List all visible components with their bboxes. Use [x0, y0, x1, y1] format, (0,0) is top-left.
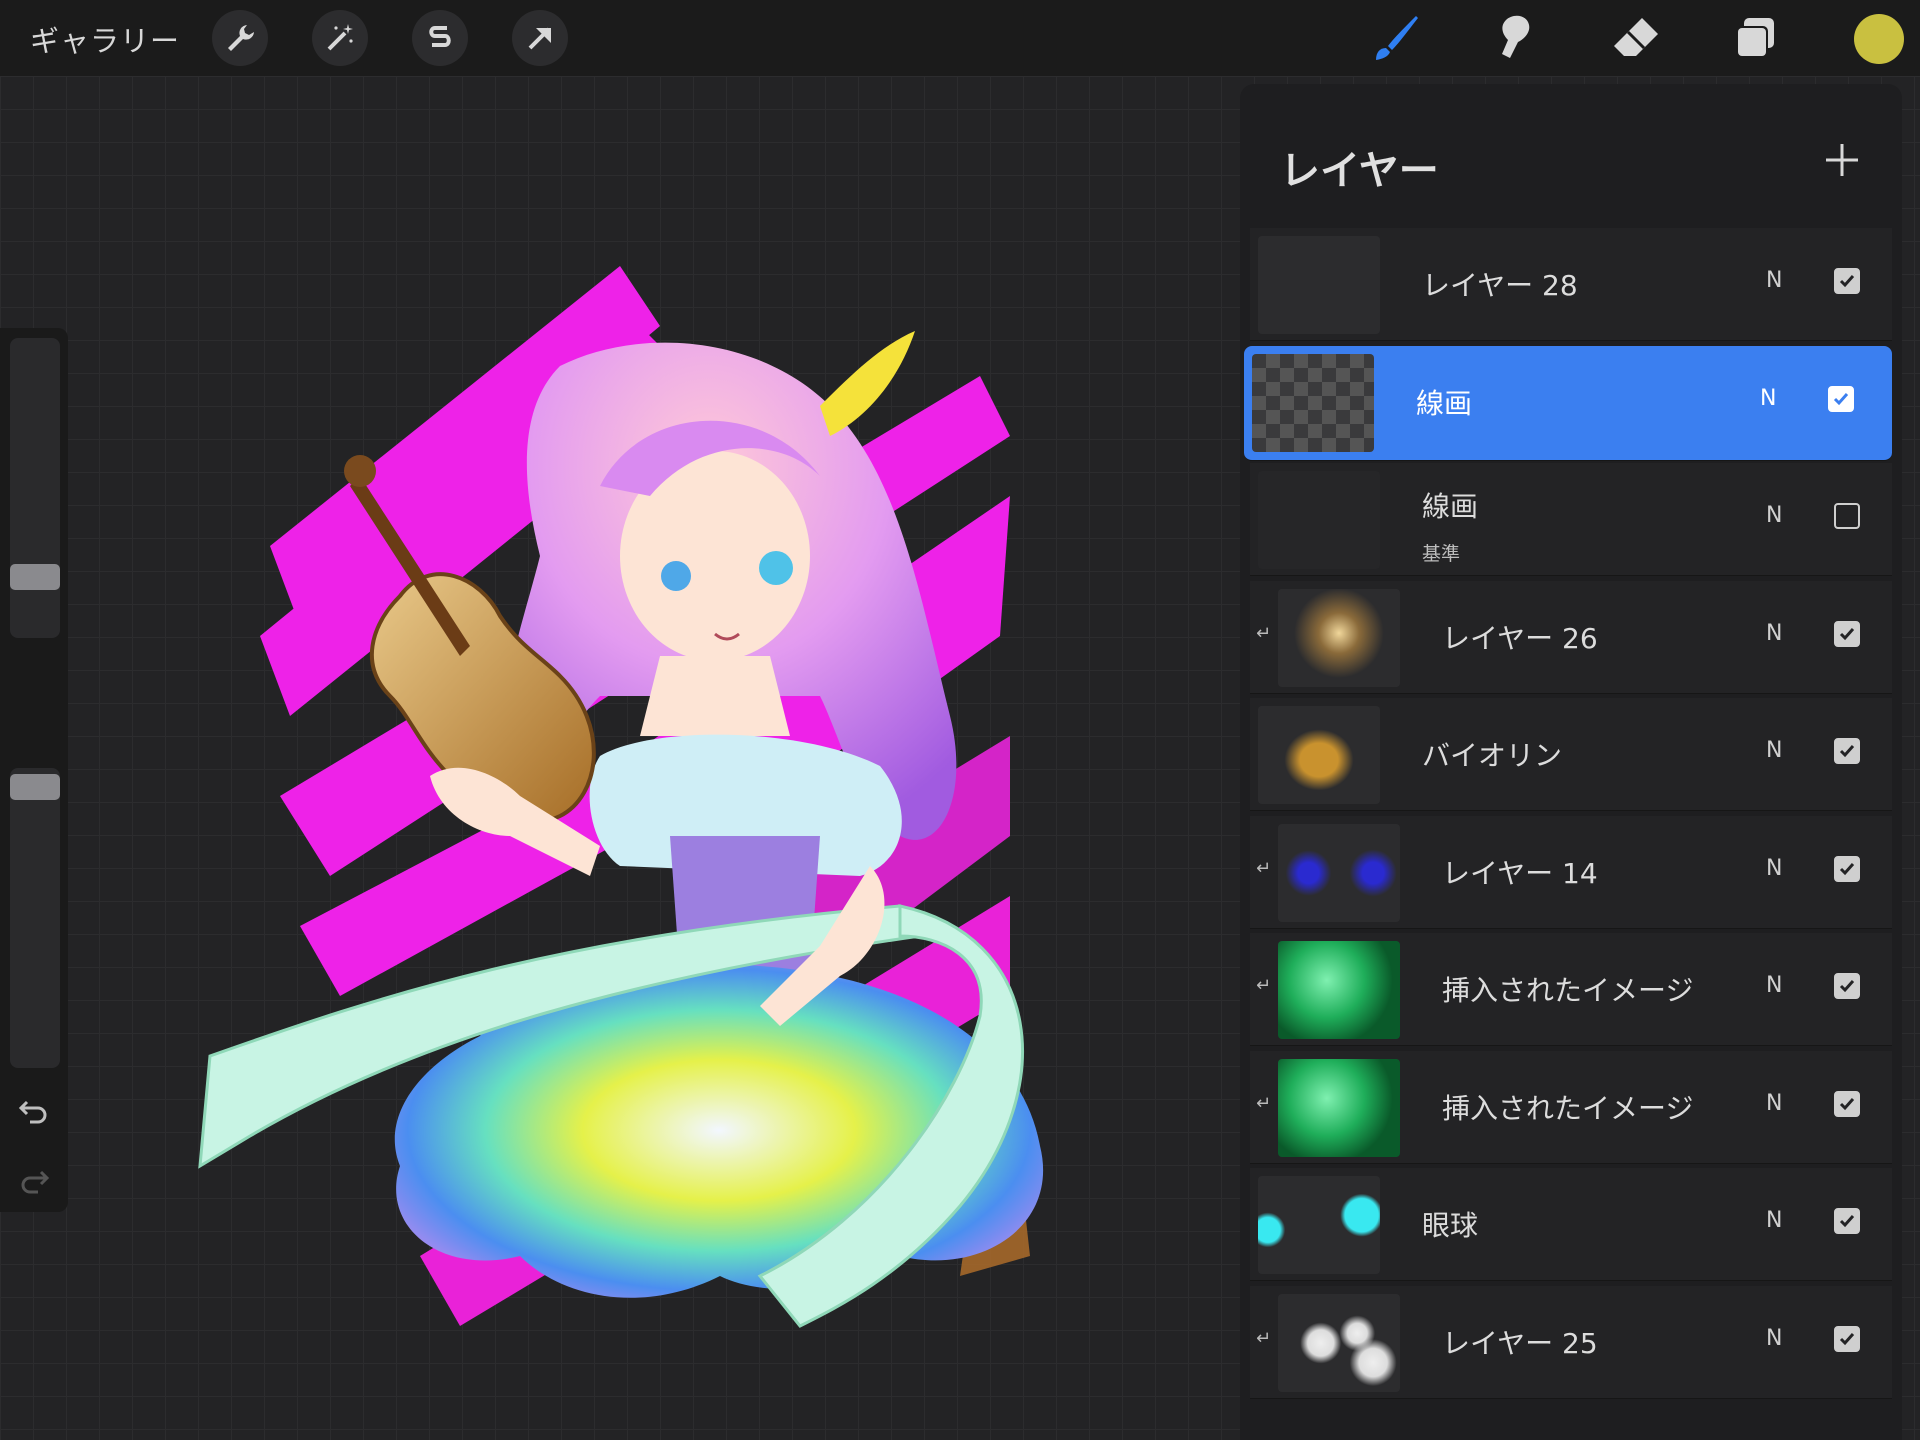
visibility-checkbox[interactable] [1834, 268, 1860, 294]
blend-mode-button[interactable]: N [1766, 1326, 1782, 1351]
gallery-button[interactable]: ギャラリー [30, 18, 180, 60]
clipping-mask-icon: ↵ [1256, 622, 1272, 644]
top-toolbar: ギャラリー [0, 0, 1920, 76]
blend-mode-button[interactable]: N [1766, 621, 1782, 646]
clipping-mask-icon: ↵ [1256, 1092, 1272, 1114]
layer-name: 挿入されたイメージ [1442, 974, 1694, 1007]
brush-size-handle[interactable] [10, 564, 60, 590]
undo-icon[interactable] [18, 1094, 50, 1126]
blend-mode-button[interactable]: N [1760, 386, 1776, 411]
layer-thumbnail[interactable] [1278, 1293, 1400, 1392]
artwork[interactable] [0, 76, 1240, 1440]
blend-mode-button[interactable]: N [1766, 973, 1782, 998]
layer-name: レイヤー 26 [1442, 621, 1598, 655]
left-sidebar [0, 328, 68, 1212]
layer-thumbnail[interactable] [1258, 706, 1380, 804]
hair-feather [820, 331, 915, 436]
wrench-icon[interactable] [212, 10, 268, 66]
layers-icon[interactable] [1726, 8, 1786, 68]
blend-mode-button[interactable]: N [1766, 268, 1782, 293]
right-eye [759, 551, 793, 585]
layer-name: 眼球 [1422, 1209, 1479, 1242]
clipping-mask-icon: ↵ [1256, 1327, 1272, 1349]
layer-thumbnail[interactable] [1278, 823, 1400, 922]
layers-panel: レイヤー レイヤー 28 N 線画 N 線画基準 N ↵ レイヤー 26 N バイオリン N ↵ レイヤ… [1240, 84, 1902, 1440]
brush-size-slider[interactable] [10, 338, 60, 638]
clipping-mask-icon: ↵ [1256, 857, 1272, 879]
blend-mode-button[interactable]: N [1766, 503, 1782, 528]
layer-name: レイヤー 28 [1422, 269, 1578, 302]
color-swatch[interactable] [1854, 14, 1904, 64]
left-eye [661, 561, 691, 591]
layer-row[interactable]: ↵ 挿入されたイメージ N [1250, 933, 1892, 1046]
visibility-checkbox[interactable] [1834, 973, 1860, 999]
layer-reference-label: 基準 [1422, 543, 1461, 565]
layer-thumbnail[interactable] [1258, 236, 1380, 334]
layer-name: バイオリン [1422, 739, 1563, 772]
layer-thumbnail[interactable] [1278, 1058, 1400, 1157]
layer-thumbnail[interactable] [1252, 353, 1374, 452]
plus-icon[interactable] [1820, 138, 1864, 182]
visibility-checkbox[interactable] [1834, 503, 1860, 529]
layer-name: 挿入されたイメージ [1442, 1091, 1694, 1125]
layer-row[interactable]: ↵ レイヤー 14 N [1250, 815, 1892, 929]
layer-row[interactable]: ↵ レイヤー 26 N [1250, 580, 1892, 694]
blend-mode-button[interactable]: N [1766, 738, 1782, 763]
layer-row[interactable]: ↵ 挿入されたイメージ N [1250, 1050, 1892, 1164]
blend-mode-button[interactable]: N [1766, 856, 1782, 881]
clipping-mask-icon: ↵ [1256, 975, 1272, 996]
layer-row[interactable]: ↵ レイヤー 25 N [1250, 1285, 1892, 1399]
visibility-checkbox[interactable] [1834, 1325, 1860, 1352]
layer-thumbnail[interactable] [1258, 1176, 1380, 1274]
visibility-checkbox[interactable] [1828, 385, 1854, 412]
visibility-checkbox[interactable] [1834, 1208, 1860, 1234]
layer-row[interactable]: バイオリン N [1250, 698, 1892, 811]
layer-row[interactable]: 線画 N [1244, 345, 1892, 461]
layer-thumbnail[interactable] [1258, 471, 1380, 569]
blend-mode-button[interactable]: N [1766, 1208, 1782, 1233]
eraser-icon[interactable] [1606, 8, 1666, 68]
shoulders [640, 656, 790, 736]
layer-name: レイヤー 25 [1442, 1326, 1598, 1360]
visibility-checkbox[interactable] [1834, 738, 1860, 764]
layer-name: レイヤー 14 [1442, 856, 1598, 890]
layer-name: 線画 [1422, 490, 1479, 523]
smudge-icon[interactable] [1486, 8, 1546, 68]
s-curve-icon[interactable] [412, 10, 468, 66]
layer-row[interactable]: レイヤー 28 N [1250, 228, 1892, 341]
layer-thumbnail[interactable] [1278, 588, 1400, 687]
blend-mode-button[interactable]: N [1766, 1091, 1782, 1116]
visibility-checkbox[interactable] [1834, 1090, 1860, 1117]
visibility-checkbox[interactable] [1834, 855, 1860, 882]
arrow-icon[interactable] [512, 10, 568, 66]
opacity-handle[interactable] [10, 774, 60, 800]
opacity-slider[interactable] [10, 768, 60, 1068]
magic-wand-icon[interactable] [312, 10, 368, 66]
layer-row[interactable]: 線画基準 N [1250, 463, 1892, 576]
layer-row[interactable]: 眼球 N [1250, 1168, 1892, 1281]
brush-icon[interactable] [1366, 8, 1426, 68]
layer-thumbnail[interactable] [1278, 941, 1400, 1039]
visibility-checkbox[interactable] [1834, 620, 1860, 647]
layer-name: 線画 [1416, 386, 1473, 420]
layers-panel-title: レイヤー [1280, 148, 1439, 194]
redo-icon[interactable] [18, 1164, 50, 1196]
